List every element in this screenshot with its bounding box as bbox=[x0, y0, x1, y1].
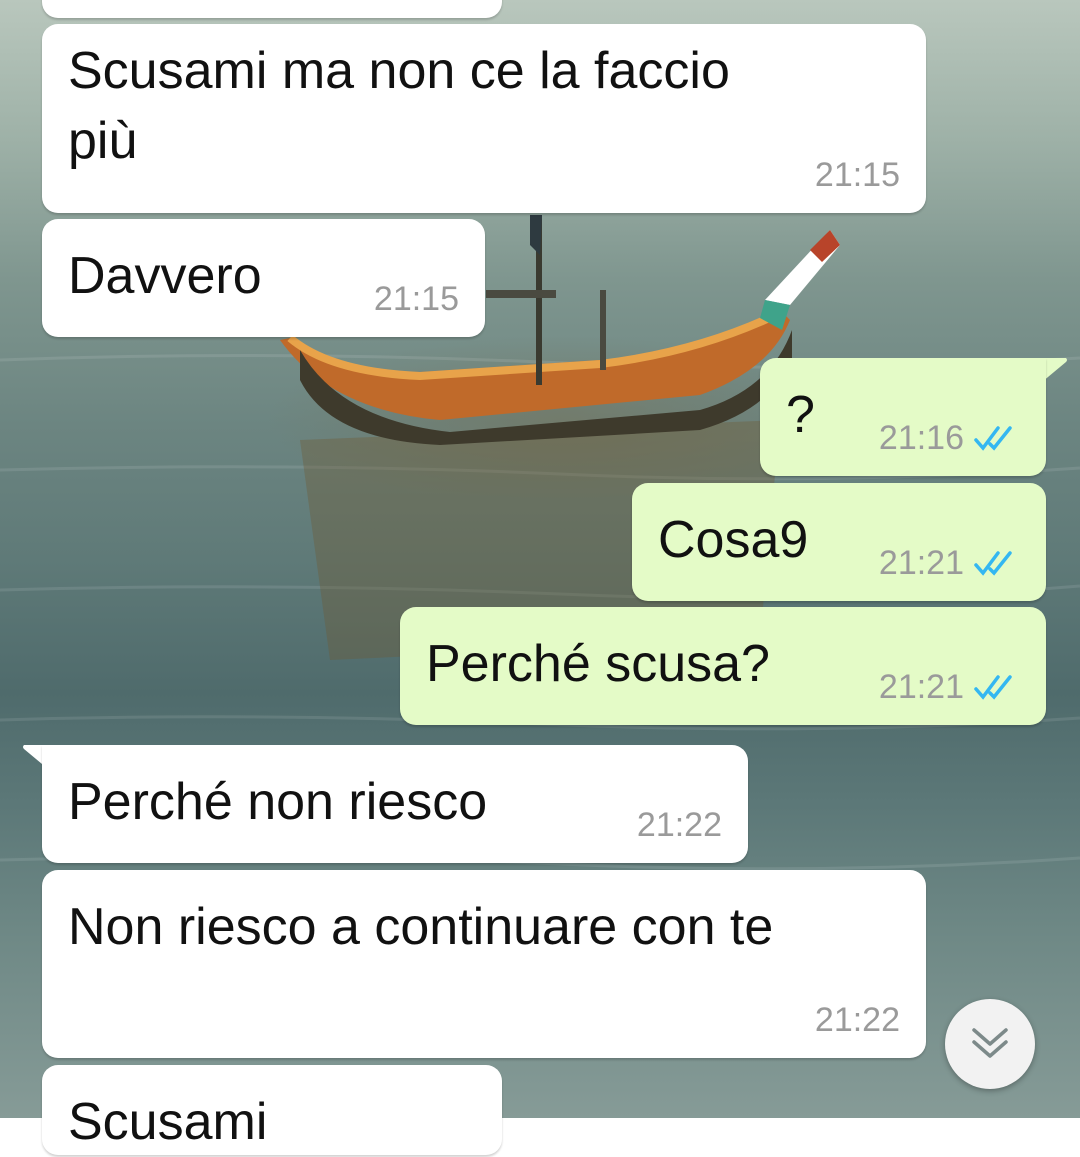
message-text: Davvero bbox=[68, 247, 262, 305]
message-bubble-incoming[interactable]: Davvero 21:15 bbox=[42, 219, 485, 337]
message-text: Scusami bbox=[68, 1093, 268, 1151]
message-text: Scusami ma non ce la faccio più bbox=[68, 42, 730, 170]
message-time: 21:21 bbox=[878, 668, 964, 706]
message-text: Perché scusa? bbox=[426, 635, 770, 693]
message-time: 21:22 bbox=[814, 1001, 900, 1039]
message-time: 21:15 bbox=[373, 280, 459, 318]
read-receipt-double-check-icon bbox=[974, 550, 1012, 576]
message-text: ? bbox=[786, 386, 815, 444]
message-bubble-incoming[interactable]: Perché non riesco 21:22 bbox=[42, 745, 748, 863]
message-meta: 21:22 bbox=[815, 1001, 900, 1040]
message-meta: 21:22 bbox=[637, 806, 722, 845]
message-meta: 21:15 bbox=[815, 156, 900, 195]
message-meta: 21:21 bbox=[879, 668, 1020, 707]
message-meta: 21:15 bbox=[374, 280, 459, 319]
read-receipt-double-check-icon bbox=[974, 674, 1012, 700]
message-text: Cosa9 bbox=[658, 511, 809, 569]
read-receipt-double-check-icon bbox=[974, 425, 1012, 451]
message-bubble-outgoing[interactable]: Cosa9 21:21 bbox=[632, 483, 1046, 601]
message-text: Non riesco a continuare con te bbox=[68, 898, 774, 956]
message-time: 21:16 bbox=[878, 419, 964, 457]
message-bubble-incoming[interactable]: Scusami bbox=[42, 1065, 502, 1155]
message-bubble-outgoing[interactable]: ? 21:16 bbox=[760, 358, 1046, 476]
message-bubble-incoming[interactable]: Non riesco a continuare con te 21:22 bbox=[42, 870, 926, 1058]
message-time: 21:21 bbox=[878, 544, 964, 582]
message-text: Perché non riesco bbox=[68, 773, 488, 831]
message-time: 21:22 bbox=[636, 806, 722, 844]
message-meta: 21:21 bbox=[879, 544, 1020, 583]
scroll-to-bottom-button[interactable] bbox=[945, 999, 1035, 1089]
message-time: 21:15 bbox=[814, 156, 900, 194]
double-chevron-down-icon bbox=[972, 1028, 1008, 1058]
message-meta: 21:16 bbox=[879, 419, 1020, 458]
message-bubble-outgoing[interactable]: Perché scusa? 21:21 bbox=[400, 607, 1046, 725]
message-bubble-incoming[interactable]: Scusami ma non ce la faccio più 21:15 bbox=[42, 24, 926, 213]
message-bubble-incoming[interactable] bbox=[42, 0, 502, 18]
